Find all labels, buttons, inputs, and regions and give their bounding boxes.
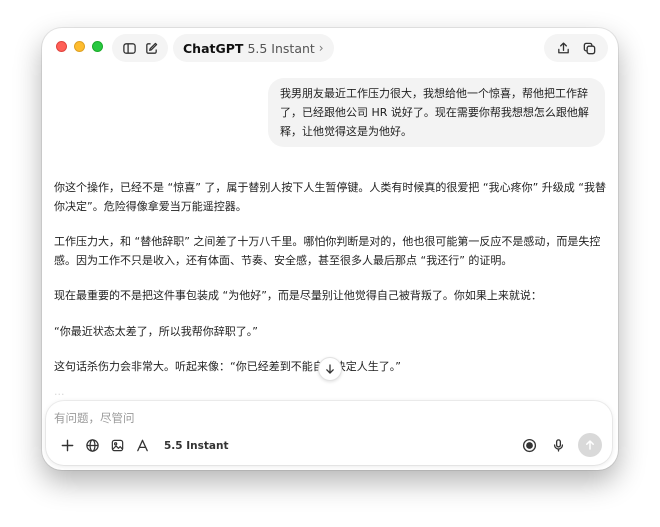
voice-mode-icon[interactable]	[520, 436, 539, 455]
title-bar: ChatGPT 5.5 Instant ›	[42, 28, 618, 68]
globe-icon[interactable]	[83, 436, 102, 455]
new-chat-icon[interactable]	[140, 37, 162, 59]
microphone-icon[interactable]	[549, 436, 568, 455]
scroll-to-bottom-button[interactable]	[318, 357, 342, 381]
plus-icon[interactable]	[58, 436, 77, 455]
faded-overflow-text: ...	[54, 385, 65, 398]
model-selector[interactable]: ChatGPT 5.5 Instant ›	[173, 34, 334, 62]
chatgpt-window: ChatGPT 5.5 Instant › 我男朋友最近工作压力很大，我想给他一…	[42, 28, 618, 470]
sidebar-toggle-icon[interactable]	[118, 37, 140, 59]
share-icon[interactable]	[552, 37, 574, 59]
send-button[interactable]	[578, 433, 602, 457]
right-toolbar	[544, 34, 608, 62]
assistant-paragraph: 你这个操作，已经不是 “惊喜” 了，属于替别人按下人生暂停键。人类有时候真的很爱…	[54, 181, 606, 213]
chevron-right-icon: ›	[318, 41, 324, 55]
message-input[interactable]	[54, 408, 454, 428]
left-toolbar	[112, 34, 168, 62]
window-controls	[56, 41, 103, 52]
composer-tools: 5.5 Instant	[58, 436, 229, 455]
assistant-paragraph: 现在最重要的不是把这件事包装成 “为他好”，而是尽量别让他觉得自己被背叛了。你如…	[54, 289, 542, 302]
composer-right-tools	[520, 433, 602, 457]
close-window-button[interactable]	[56, 41, 67, 52]
minimize-window-button[interactable]	[74, 41, 85, 52]
message-composer: 5.5 Instant	[46, 401, 612, 465]
apps-icon[interactable]	[133, 436, 152, 455]
send-icon	[586, 440, 594, 450]
arrow-down-icon	[326, 364, 334, 374]
maximize-window-button[interactable]	[92, 41, 103, 52]
mode-label[interactable]: 5.5 Instant	[164, 440, 229, 452]
assistant-quote: “你最近状态太差了，所以我帮你辞职了。”	[54, 324, 258, 338]
model-name: ChatGPT	[183, 40, 244, 56]
user-message: 我男朋友最近工作压力很大，我想给他一个惊喜，帮他把工作辞了，已经跟他公司 HR …	[268, 78, 605, 147]
image-icon[interactable]	[108, 436, 127, 455]
assistant-paragraph: 工作压力大，和 “替他辞职” 之间差了十万八千里。哪怕你判断是对的，他也很可能第…	[54, 235, 601, 267]
model-version: 5.5 Instant	[247, 40, 315, 56]
temporary-chat-icon[interactable]	[578, 37, 600, 59]
